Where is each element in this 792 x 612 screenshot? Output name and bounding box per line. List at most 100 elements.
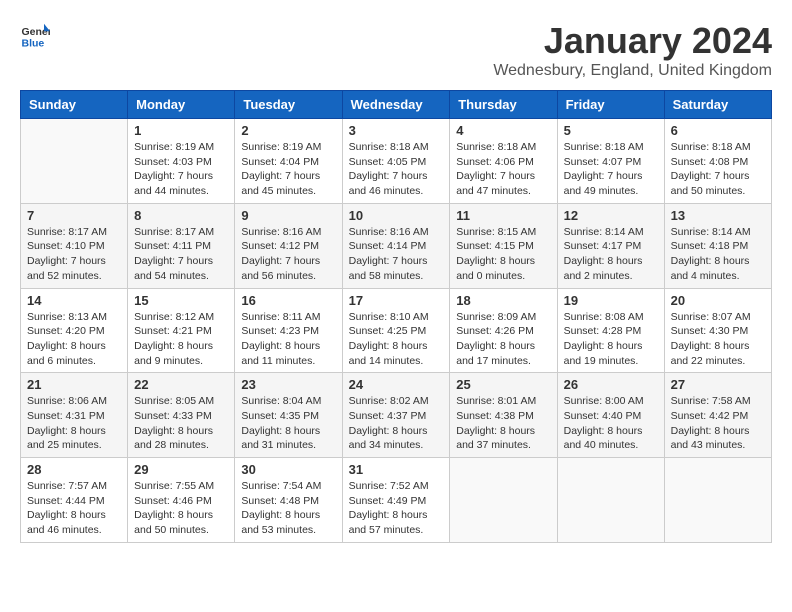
day-number: 12 [564, 208, 658, 223]
day-info: Sunrise: 8:10 AM Sunset: 4:25 PM Dayligh… [349, 310, 444, 369]
table-row [557, 458, 664, 543]
table-row: 11 Sunrise: 8:15 AM Sunset: 4:15 PM Dayli… [450, 203, 557, 288]
day-info: Sunrise: 7:57 AM Sunset: 4:44 PM Dayligh… [27, 479, 121, 538]
day-info: Sunrise: 8:17 AM Sunset: 4:11 PM Dayligh… [134, 225, 228, 284]
table-row [21, 119, 128, 204]
day-number: 21 [27, 377, 121, 392]
day-number: 4 [456, 123, 550, 138]
day-number: 15 [134, 293, 228, 308]
day-number: 20 [671, 293, 765, 308]
day-info: Sunrise: 8:14 AM Sunset: 4:18 PM Dayligh… [671, 225, 765, 284]
day-info: Sunrise: 8:16 AM Sunset: 4:14 PM Dayligh… [349, 225, 444, 284]
col-saturday: Saturday [664, 91, 771, 119]
logo: General Blue [20, 20, 50, 50]
day-info: Sunrise: 8:11 AM Sunset: 4:23 PM Dayligh… [241, 310, 335, 369]
table-row: 6 Sunrise: 8:18 AM Sunset: 4:08 PM Daylig… [664, 119, 771, 204]
col-monday: Monday [128, 91, 235, 119]
day-number: 13 [671, 208, 765, 223]
day-number: 14 [27, 293, 121, 308]
day-info: Sunrise: 8:01 AM Sunset: 4:38 PM Dayligh… [456, 394, 550, 453]
day-info: Sunrise: 8:18 AM Sunset: 4:08 PM Dayligh… [671, 140, 765, 199]
day-info: Sunrise: 8:15 AM Sunset: 4:15 PM Dayligh… [456, 225, 550, 284]
col-friday: Friday [557, 91, 664, 119]
table-row: 2Sunrise: 8:19 AM Sunset: 4:04 PM Daylig… [235, 119, 342, 204]
day-info: Sunrise: 8:19 AM Sunset: 4:03 PM Dayligh… [134, 140, 228, 199]
table-row: 21 Sunrise: 8:06 AM Sunset: 4:31 PM Dayli… [21, 373, 128, 458]
day-number: 28 [27, 462, 121, 477]
table-row: 22 Sunrise: 8:05 AM Sunset: 4:33 PM Dayli… [128, 373, 235, 458]
col-tuesday: Tuesday [235, 91, 342, 119]
day-info: Sunrise: 8:08 AM Sunset: 4:28 PM Dayligh… [564, 310, 658, 369]
table-row: 30Sunrise: 7:54 AM Sunset: 4:48 PM Dayli… [235, 458, 342, 543]
calendar-week-row: 14Sunrise: 8:13 AM Sunset: 4:20 PM Dayli… [21, 288, 772, 373]
table-row: 8 Sunrise: 8:17 AM Sunset: 4:11 PM Daylig… [128, 203, 235, 288]
table-row: 3Sunrise: 8:18 AM Sunset: 4:05 PM Daylig… [342, 119, 450, 204]
table-row: 27 Sunrise: 7:58 AM Sunset: 4:42 PM Dayli… [664, 373, 771, 458]
table-row [664, 458, 771, 543]
calendar-table: Sunday Monday Tuesday Wednesday Thursday… [20, 90, 772, 543]
table-row: 23Sunrise: 8:04 AM Sunset: 4:35 PM Dayli… [235, 373, 342, 458]
day-number: 16 [241, 293, 335, 308]
table-row: 9Sunrise: 8:16 AM Sunset: 4:12 PM Daylig… [235, 203, 342, 288]
col-sunday: Sunday [21, 91, 128, 119]
day-number: 23 [241, 377, 335, 392]
col-wednesday: Wednesday [342, 91, 450, 119]
day-number: 8 [134, 208, 228, 223]
table-row: 1Sunrise: 8:19 AM Sunset: 4:03 PM Daylig… [128, 119, 235, 204]
table-row: 19Sunrise: 8:08 AM Sunset: 4:28 PM Dayli… [557, 288, 664, 373]
day-info: Sunrise: 8:06 AM Sunset: 4:31 PM Dayligh… [27, 394, 121, 453]
table-row: 26 Sunrise: 8:00 AM Sunset: 4:40 PM Dayli… [557, 373, 664, 458]
table-row: 15 Sunrise: 8:12 AM Sunset: 4:21 PM Dayli… [128, 288, 235, 373]
table-row: 16 Sunrise: 8:11 AM Sunset: 4:23 PM Dayli… [235, 288, 342, 373]
table-row: 24Sunrise: 8:02 AM Sunset: 4:37 PM Dayli… [342, 373, 450, 458]
calendar-title: January 2024 [493, 20, 772, 62]
table-row: 20 Sunrise: 8:07 AM Sunset: 4:30 PM Dayli… [664, 288, 771, 373]
day-info: Sunrise: 8:17 AM Sunset: 4:10 PM Dayligh… [27, 225, 121, 284]
col-thursday: Thursday [450, 91, 557, 119]
table-row: 10 Sunrise: 8:16 AM Sunset: 4:14 PM Dayli… [342, 203, 450, 288]
table-row: 13 Sunrise: 8:14 AM Sunset: 4:18 PM Dayli… [664, 203, 771, 288]
day-info: Sunrise: 8:07 AM Sunset: 4:30 PM Dayligh… [671, 310, 765, 369]
calendar-subtitle: Wednesbury, England, United Kingdom [493, 62, 772, 80]
day-number: 26 [564, 377, 658, 392]
day-info: Sunrise: 7:55 AM Sunset: 4:46 PM Dayligh… [134, 479, 228, 538]
table-row: 12 Sunrise: 8:14 AM Sunset: 4:17 PM Dayli… [557, 203, 664, 288]
day-number: 17 [349, 293, 444, 308]
header: General Blue January 2024 Wednesbury, En… [20, 20, 772, 80]
table-row: 7 Sunrise: 8:17 AM Sunset: 4:10 PM Daylig… [21, 203, 128, 288]
day-number: 31 [349, 462, 444, 477]
table-row: 17 Sunrise: 8:10 AM Sunset: 4:25 PM Dayli… [342, 288, 450, 373]
day-number: 27 [671, 377, 765, 392]
day-number: 29 [134, 462, 228, 477]
svg-text:Blue: Blue [22, 37, 45, 49]
day-info: Sunrise: 7:58 AM Sunset: 4:42 PM Dayligh… [671, 394, 765, 453]
day-number: 9 [241, 208, 335, 223]
table-row: 28 Sunrise: 7:57 AM Sunset: 4:44 PM Dayli… [21, 458, 128, 543]
day-info: Sunrise: 8:14 AM Sunset: 4:17 PM Dayligh… [564, 225, 658, 284]
day-info: Sunrise: 8:05 AM Sunset: 4:33 PM Dayligh… [134, 394, 228, 453]
table-row: 18 Sunrise: 8:09 AM Sunset: 4:26 PM Dayli… [450, 288, 557, 373]
day-info: Sunrise: 8:12 AM Sunset: 4:21 PM Dayligh… [134, 310, 228, 369]
day-number: 11 [456, 208, 550, 223]
day-number: 7 [27, 208, 121, 223]
table-row [450, 458, 557, 543]
day-info: Sunrise: 8:09 AM Sunset: 4:26 PM Dayligh… [456, 310, 550, 369]
table-row: 31Sunrise: 7:52 AM Sunset: 4:49 PM Dayli… [342, 458, 450, 543]
day-info: Sunrise: 8:00 AM Sunset: 4:40 PM Dayligh… [564, 394, 658, 453]
table-row: 29 Sunrise: 7:55 AM Sunset: 4:46 PM Dayli… [128, 458, 235, 543]
day-number: 22 [134, 377, 228, 392]
day-info: Sunrise: 8:02 AM Sunset: 4:37 PM Dayligh… [349, 394, 444, 453]
day-info: Sunrise: 8:18 AM Sunset: 4:05 PM Dayligh… [349, 140, 444, 199]
table-row: 4Sunrise: 8:18 AM Sunset: 4:06 PM Daylig… [450, 119, 557, 204]
title-area: January 2024 Wednesbury, England, United… [493, 20, 772, 80]
calendar-week-row: 1Sunrise: 8:19 AM Sunset: 4:03 PM Daylig… [21, 119, 772, 204]
column-headers: Sunday Monday Tuesday Wednesday Thursday… [21, 91, 772, 119]
table-row: 25 Sunrise: 8:01 AM Sunset: 4:38 PM Dayli… [450, 373, 557, 458]
day-number: 18 [456, 293, 550, 308]
day-number: 6 [671, 123, 765, 138]
day-number: 25 [456, 377, 550, 392]
table-row: 14Sunrise: 8:13 AM Sunset: 4:20 PM Dayli… [21, 288, 128, 373]
logo-icon: General Blue [20, 20, 50, 50]
calendar-week-row: 28 Sunrise: 7:57 AM Sunset: 4:44 PM Dayli… [21, 458, 772, 543]
day-number: 10 [349, 208, 444, 223]
